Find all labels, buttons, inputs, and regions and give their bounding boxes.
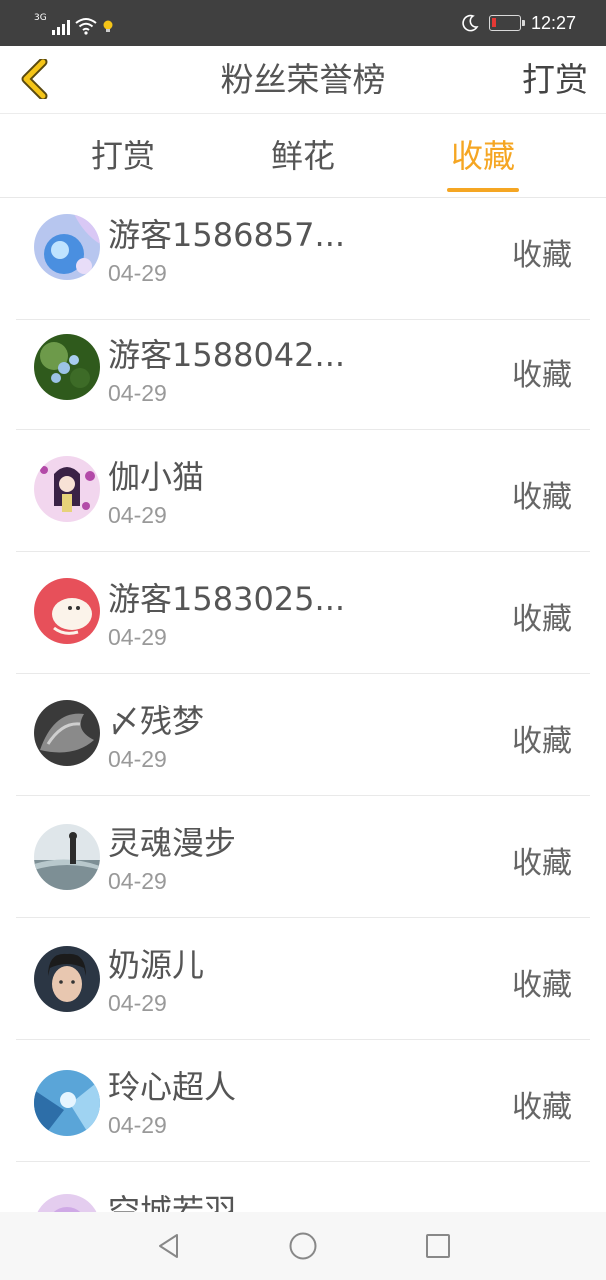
fan-date: 04-29 (108, 624, 167, 650)
bulb-icon (103, 20, 113, 32)
wifi-icon (75, 18, 97, 35)
avatar (34, 334, 100, 400)
avatar (34, 214, 100, 280)
back-button[interactable] (14, 56, 54, 102)
fan-name: 玲心超人 (108, 1068, 237, 1106)
fan-name: 伽小猫 (108, 458, 205, 496)
list-item[interactable]: 游客1583025... 04-29 收藏 (0, 552, 606, 674)
network-type: 3G (34, 13, 47, 23)
fan-action: 收藏 (512, 602, 572, 637)
list-item[interactable]: 灵魂漫步 04-29 收藏 (0, 796, 606, 918)
fan-date: 04-29 (108, 990, 167, 1016)
chevron-left-icon (21, 59, 48, 99)
fan-action: 收藏 (512, 480, 572, 515)
reward-button[interactable]: 打赏 (522, 46, 588, 114)
fan-name: 游客1586857... (108, 216, 346, 254)
clock: 12:27 (530, 12, 576, 33)
list-item[interactable]: 〆残梦 04-29 收藏 (0, 674, 606, 796)
avatar (34, 1070, 100, 1136)
fan-date: 04-29 (108, 260, 167, 286)
fan-list[interactable]: 游客1586857... 04-29 收藏 游客1588042... 04-29… (0, 198, 606, 1212)
avatar (34, 700, 100, 766)
fan-action: 收藏 (512, 238, 572, 273)
nav-home-button[interactable] (283, 1226, 323, 1266)
fan-name: 奶源儿 (108, 946, 205, 984)
list-item[interactable]: 伽小猫 04-29 收藏 (0, 430, 606, 552)
avatar (34, 578, 100, 644)
status-right: 12:27 (461, 10, 576, 36)
fan-name: 游客1583025... (108, 580, 346, 618)
active-tab-indicator (447, 188, 519, 192)
battery-level (491, 18, 496, 27)
fan-date: 04-29 (108, 868, 167, 894)
fan-date: 04-29 (108, 1112, 167, 1138)
back-triangle-icon (159, 1234, 178, 1258)
list-item[interactable]: 玲心超人 04-29 收藏 (0, 1040, 606, 1162)
moon-icon (462, 14, 479, 32)
tab-flowers[interactable]: 鲜花 (243, 114, 363, 198)
tab-reward[interactable]: 打赏 (63, 114, 183, 198)
fan-action: 收藏 (512, 724, 572, 759)
list-item[interactable]: 游客1588042... 04-29 收藏 (0, 308, 606, 430)
fan-name: 空城若羽 (108, 1192, 237, 1212)
nav-back-button[interactable] (149, 1226, 189, 1266)
header: 粉丝荣誉榜 打赏 (0, 46, 606, 114)
avatar (34, 946, 100, 1012)
list-item[interactable]: 奶源儿 04-29 收藏 (0, 918, 606, 1040)
avatar (34, 456, 100, 522)
tab-favorites[interactable]: 收藏 (423, 114, 543, 198)
fan-action: 收藏 (512, 846, 572, 881)
avatar (34, 824, 100, 890)
status-left: 3G (34, 11, 114, 35)
tab-bar: 打赏 鲜花 收藏 (0, 114, 606, 198)
fan-date: 04-29 (108, 380, 167, 406)
tab-label: 打赏 (90, 137, 155, 175)
fan-action: 收藏 (512, 358, 572, 393)
fan-name: 游客1588042... (108, 336, 346, 374)
page-title: 粉丝荣誉榜 (220, 60, 386, 99)
tab-label: 鲜花 (270, 137, 335, 175)
list-item[interactable]: 空城若羽 (0, 1162, 606, 1212)
home-circle-icon (289, 1232, 317, 1260)
fan-name: 〆残梦 (108, 702, 205, 740)
nav-recent-button[interactable] (418, 1226, 458, 1266)
avatar (34, 1194, 100, 1212)
tab-label: 收藏 (450, 137, 515, 175)
system-nav-bar (0, 1212, 606, 1280)
fan-action: 收藏 (512, 968, 572, 1003)
battery-icon (488, 15, 525, 31)
fan-name: 灵魂漫步 (108, 824, 237, 862)
status-bar: 3G 12:27 (0, 0, 606, 46)
signal-icon (51, 19, 70, 35)
recent-square-icon (426, 1234, 450, 1258)
list-item[interactable]: 游客1586857... 04-29 收藏 (0, 198, 606, 320)
fan-action: 收藏 (512, 1090, 572, 1125)
fan-date: 04-29 (108, 502, 167, 528)
fan-date: 04-29 (108, 746, 167, 772)
